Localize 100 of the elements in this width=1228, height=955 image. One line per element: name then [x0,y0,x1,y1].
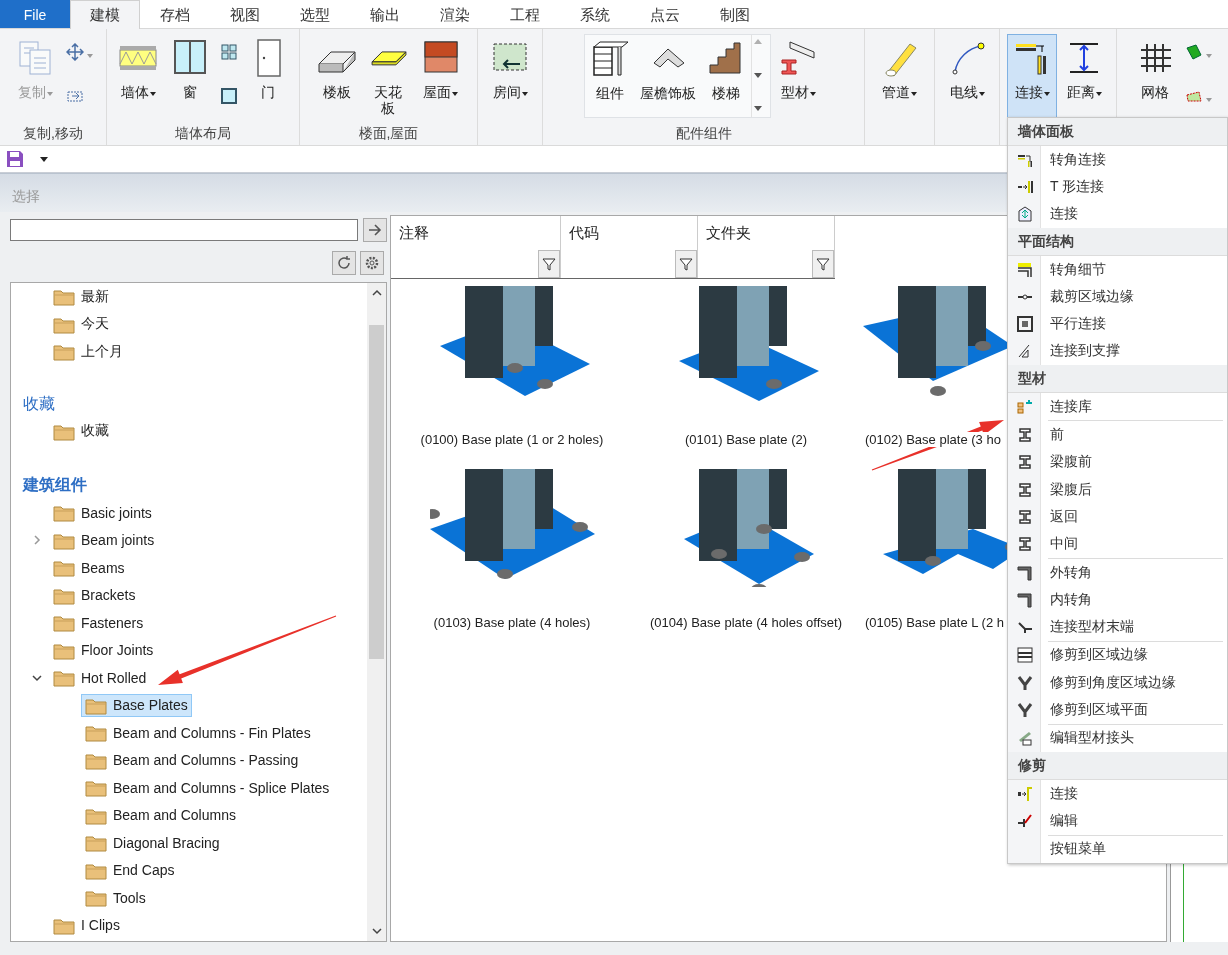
angle-icon [1016,591,1033,608]
ribbon-tab[interactable]: 系统 [560,0,630,28]
item-label[interactable]: (0100) Base plate (1 or 2 holes) [420,432,604,447]
ribbon-tab[interactable]: 制图 [700,0,770,28]
move-icon [65,43,84,61]
menu-item[interactable]: 按钮菜单 [1008,835,1227,863]
collapse-icon[interactable] [31,672,43,683]
tree-item[interactable]: 收藏 [49,419,113,443]
settings-button[interactable] [360,251,384,275]
ribbon-button[interactable]: 屋面 [415,34,466,120]
tree-item[interactable]: Beam and Columns - Splice Plates [81,776,334,800]
folder-icon [53,503,75,523]
tree-item[interactable]: Beam and Columns [81,803,240,827]
ribbon-tab[interactable]: 工程 [490,0,560,28]
filter-button[interactable] [812,250,834,278]
item-label[interactable]: (0103) Base plate (4 holes) [433,615,591,630]
tree-item[interactable]: Beam joints [49,528,159,552]
tree-item[interactable]: 今天 [49,312,113,336]
tree-item[interactable]: Tools [81,886,150,910]
tree-item[interactable]: Base Plates [81,693,192,717]
scroll-down-icon[interactable] [754,72,762,78]
tree-item[interactable]: Diagonal Bracing [81,831,224,855]
menu-item[interactable]: 前 [1008,421,1227,449]
ribbon-tab[interactable]: 存档 [140,0,210,28]
menu-item[interactable]: 内转角 [1008,586,1227,614]
ribbon-button[interactable]: 楼梯 [701,35,751,121]
scrollbar[interactable] [367,283,386,941]
menu-item[interactable]: 中间 [1008,530,1227,558]
tree-item[interactable]: Fasteners [49,611,148,635]
ribbon-button[interactable]: 楼板 [311,34,362,120]
menu-item[interactable]: 连接型材末端 [1008,613,1227,641]
expand-icon[interactable] [31,535,43,546]
filter-button[interactable] [537,250,560,278]
item-label[interactable]: (0105) Base plate L (2 h [865,615,1004,630]
ribbon-tab[interactable]: 渲染 [420,0,490,28]
menu-item[interactable]: 修剪到区域边缘 [1008,641,1227,670]
ribbon-button[interactable]: 房间 [485,34,535,120]
tree-item[interactable]: Beams [49,556,129,580]
menu-item[interactable]: 连接到支撑 [1008,337,1227,366]
scroll-up-icon[interactable] [371,289,382,297]
menu-item[interactable]: 编辑 [1008,807,1227,835]
filter-button[interactable] [674,250,697,278]
tree-item[interactable]: Floor Joints [49,638,158,662]
tree-item[interactable]: Hot Rolled [49,666,151,690]
arrow-icon [367,222,383,238]
ribbon-button[interactable]: 墙体 [113,34,163,120]
ribbon-button[interactable]: 组件 [585,35,635,121]
search-field[interactable] [10,219,358,241]
menu-item[interactable]: 连接 [1008,779,1227,808]
ribbon-button[interactable]: 天花板 [363,34,414,120]
menu-item[interactable]: 转角连接 [1008,146,1227,174]
tree-item[interactable]: 最新 [49,285,113,309]
item-label[interactable]: (0104) Base plate (4 holes offset) [650,615,842,630]
ribbon-button[interactable]: 门 [243,34,293,120]
refresh-button[interactable] [332,251,356,275]
menu-item[interactable]: 外转角 [1008,558,1227,587]
refresh-icon [336,255,352,271]
ribbon-tab[interactable]: 视图 [210,0,280,28]
ribbon-tab[interactable]: 输出 [350,0,420,28]
ribbon-button[interactable]: 电线 [942,34,992,120]
customize-icon[interactable] [40,156,48,162]
tree-item[interactable]: Brackets [49,583,140,607]
group-label: 墙体布局 [174,125,232,144]
tree-item[interactable]: 上个月 [49,340,127,364]
scroll-down-icon[interactable] [371,927,382,935]
tree-item[interactable]: I Clips [49,913,124,937]
tree-item[interactable]: Basic joints [49,501,156,525]
menu-item[interactable]: 梁腹前 [1008,448,1227,476]
menu-item[interactable]: 平行连接 [1008,310,1227,338]
go-button[interactable] [363,218,387,242]
menu-item[interactable]: 修剪到区域平面 [1008,696,1227,724]
menu-item[interactable]: 梁腹后 [1008,475,1227,504]
column-header[interactable]: 注释 [391,216,560,243]
ribbon-button[interactable]: 窗 [165,34,215,120]
menu-item[interactable]: 裁剪区域边缘 [1008,283,1227,311]
menu-item[interactable]: 连接库 [1008,393,1227,421]
ribbon-button[interactable]: 屋檐饰板 [635,35,701,121]
file-tab[interactable]: File [0,0,70,28]
ribbon-button[interactable]: 型材 [773,34,823,120]
ribbon-tab[interactable]: 选型 [280,0,350,28]
ribbon-button[interactable]: 管道 [874,34,925,120]
caret-icon [47,92,53,96]
tree-item[interactable]: Beam and Columns - Passing [81,748,303,772]
menu-item[interactable]: 编辑型材接头 [1008,724,1227,752]
ribbon-button[interactable]: 连接 [1007,34,1057,120]
menu-item[interactable]: T 形连接 [1008,173,1227,201]
ribbon-tab[interactable]: 建模 [70,0,140,29]
menu-item[interactable]: 转角细节 [1008,255,1227,284]
menu-item[interactable]: 返回 [1008,503,1227,531]
ribbon-tab[interactable]: 点云 [630,0,700,28]
item-label[interactable]: (0101) Base plate (2) [684,432,808,447]
menu-item[interactable]: 修剪到角度区域边缘 [1008,669,1227,697]
item-label[interactable]: (0102) Base plate (3 ho [865,432,1001,447]
column-header[interactable]: 文件夹 [697,216,834,243]
tree-item[interactable]: Beam and Columns - Fin Plates [81,721,315,745]
tree-item[interactable]: End Caps [81,858,179,882]
group-label: 楼面,屋面 [357,125,420,144]
column-header[interactable]: 代码 [560,216,697,243]
save-icon[interactable] [6,150,24,168]
ribbon-button[interactable]: 网格 [1130,34,1180,120]
